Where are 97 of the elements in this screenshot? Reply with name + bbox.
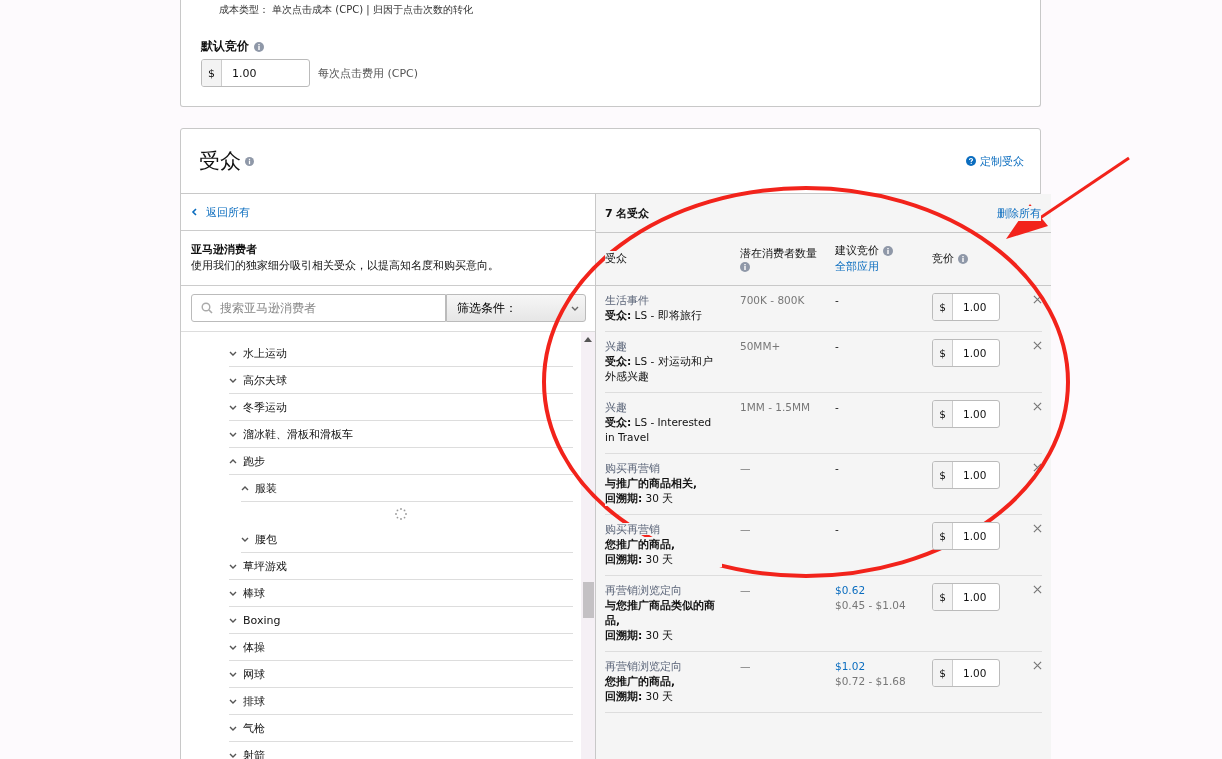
search-field[interactable]: 搜索亚马逊消费者 [191, 294, 446, 322]
suggested-range: $0.72 - $1.68 [835, 674, 907, 689]
reach-cell-text: — [740, 461, 752, 476]
suggested-bid: - [835, 293, 840, 308]
reach-cell-text: — [740, 522, 752, 537]
category-description: 使用我们的独家细分吸引相关受众，以提高知名度和购买意向。 [191, 258, 500, 274]
chevron-down-icon [229, 563, 237, 569]
chevron-down-icon [229, 698, 237, 704]
chevron-down-icon [229, 671, 237, 677]
chevron-down-icon [229, 725, 237, 731]
reach-cell-text: — [740, 659, 752, 674]
chevron-down-icon [229, 404, 237, 410]
chevron-up-icon [229, 458, 237, 464]
remove-icon[interactable] [1033, 341, 1042, 350]
tree-item[interactable]: 腰包 [241, 526, 573, 553]
audience-type-link[interactable]: 兴趣 [605, 401, 627, 413]
tree-item[interactable]: 气枪 [229, 715, 573, 742]
info-icon [883, 246, 893, 256]
column-header: 潜在消费者数量 [740, 246, 817, 262]
tree-item[interactable]: 棒球 [229, 580, 573, 607]
tree-item[interactable]: 体操 [229, 634, 573, 661]
back-link[interactable]: 返回所有 [206, 204, 250, 220]
info-icon [740, 262, 750, 272]
chevron-down-icon [241, 536, 249, 542]
remove-icon[interactable] [1033, 295, 1042, 304]
scrollbar[interactable] [581, 332, 595, 759]
apply-all-link[interactable]: 全部应用 [835, 259, 879, 275]
reach-cell-text: 50MM+ [740, 339, 782, 354]
filter-dropdown[interactable]: 筛选条件： [446, 294, 586, 322]
tree-item[interactable]: Boxing [229, 607, 573, 634]
tree-item[interactable]: 冬季运动 [229, 394, 573, 421]
audience-count: 7 名受众 [605, 205, 650, 221]
column-header: 受众 [605, 251, 627, 267]
bid-field[interactable]: $ 1.00 [932, 293, 1000, 321]
suggested-bid: $1.02 [835, 659, 867, 674]
scrollbar-thumb[interactable] [582, 582, 594, 618]
suggested-bid: - [835, 461, 840, 476]
bid-field[interactable]: $ 1.00 [932, 461, 1000, 489]
remove-icon[interactable] [1033, 524, 1042, 533]
suggested-bid: - [835, 339, 840, 354]
cost-type-text: 成本类型： 单次点击成本 (CPC) | 归因于点击次数的转化 [218, 3, 474, 17]
custom-audience-link[interactable]: 定制受众 [980, 153, 1024, 169]
remove-icon[interactable] [1033, 585, 1042, 594]
suggested-bid: - [835, 522, 840, 537]
audience-type-link[interactable]: 生活事件 [605, 294, 649, 306]
default-bid-field[interactable]: $ 1.00 [201, 59, 310, 87]
tree-item[interactable]: 排球 [229, 688, 573, 715]
remove-icon[interactable] [1033, 661, 1042, 670]
chevron-down-icon [229, 752, 237, 758]
chevron-down-icon [571, 305, 579, 311]
bid-field[interactable]: $ 1.00 [932, 583, 1000, 611]
tree-item[interactable]: 水上运动 [229, 340, 573, 367]
audience-type-link[interactable]: 购买再营销 [605, 462, 660, 474]
audience-type-link[interactable]: 再营销浏览定向 [605, 584, 682, 596]
chevron-down-icon [229, 431, 237, 437]
category-title: 亚马逊消费者 [191, 242, 258, 258]
tree-item[interactable]: 溜冰鞋、滑板和滑板车 [229, 421, 573, 448]
chevron-left-icon [191, 208, 197, 216]
bid-field[interactable]: $ 1.00 [932, 522, 1000, 550]
audience-type-link[interactable]: 兴趣 [605, 340, 627, 352]
search-icon [201, 302, 213, 314]
bid-field[interactable]: $ 1.00 [932, 400, 1000, 428]
bid-field[interactable]: $ 1.00 [932, 339, 1000, 367]
bid-unit-text: 每次点击费用 (CPC) [318, 65, 419, 81]
chevron-down-icon [229, 644, 237, 650]
audience-type-link[interactable]: 再营销浏览定向 [605, 660, 682, 672]
info-icon [958, 254, 968, 264]
reach-cell-text: — [740, 583, 752, 598]
tree-item[interactable]: 网球 [229, 661, 573, 688]
chevron-down-icon [229, 350, 237, 356]
reach-cell-text: 1MM - 1.5MM [740, 400, 812, 415]
chevron-down-icon [229, 590, 237, 596]
suggested-bid: $0.62 [835, 583, 867, 598]
audience-type-link[interactable]: 购买再营销 [605, 523, 660, 535]
column-header: 建议竞价 [835, 243, 879, 259]
audience-title: 受众 [199, 148, 241, 175]
suggested-bid: - [835, 400, 840, 415]
bid-field[interactable]: $ 1.00 [932, 659, 1000, 687]
default-bid-label: 默认竞价 [201, 38, 249, 55]
chevron-down-icon [229, 377, 237, 383]
remove-icon[interactable] [1033, 402, 1042, 411]
reach-cell-text: 700K - 800K [740, 293, 806, 308]
tree-item[interactable]: 草坪游戏 [229, 553, 573, 580]
remove-all-link[interactable]: 删除所有 [997, 205, 1041, 221]
info-icon [254, 41, 264, 52]
chevron-up-icon [241, 485, 249, 491]
audience-detail: 回溯期: 30 天 [605, 552, 722, 567]
tree-item[interactable]: 高尔夫球 [229, 367, 573, 394]
help-icon [966, 156, 976, 166]
info-icon [245, 156, 254, 166]
tree-item[interactable]: 跑步 [229, 448, 573, 475]
tree-item[interactable]: 服装 [241, 475, 573, 502]
scroll-up-icon[interactable] [584, 337, 592, 342]
remove-icon[interactable] [1033, 463, 1042, 472]
column-header: 竞价 [932, 251, 954, 267]
suggested-range: $0.45 - $1.04 [835, 598, 907, 613]
chevron-down-icon [229, 617, 237, 623]
